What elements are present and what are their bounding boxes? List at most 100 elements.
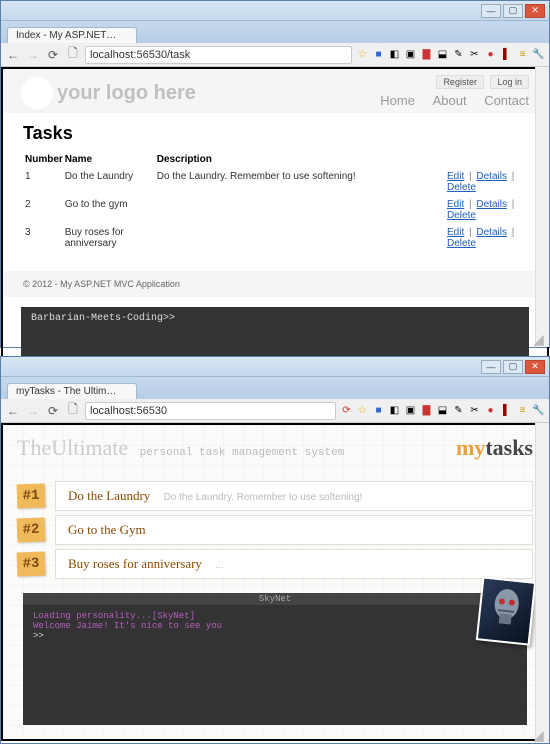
terminal[interactable]: SkyNet Loading personality...[SkyNet] We… xyxy=(23,593,527,725)
browser-window-2: — ▢ ✕ myTasks - The Ultimate Pe... ← → ⟳… xyxy=(0,356,550,744)
maximize-button[interactable]: ▢ xyxy=(503,4,523,18)
tab-bar: myTasks - The Ultimate Pe... xyxy=(1,377,549,399)
login-link[interactable]: Log in xyxy=(490,75,529,89)
ext-icon[interactable]: ▣ xyxy=(404,404,417,417)
titlebar[interactable]: — ▢ ✕ xyxy=(1,1,549,21)
nav-links: Home About Contact xyxy=(366,93,529,108)
details-link[interactable]: Details xyxy=(476,171,507,182)
register-link[interactable]: Register xyxy=(436,75,484,89)
scrollbar[interactable] xyxy=(535,423,549,743)
close-button[interactable]: ✕ xyxy=(525,360,545,374)
titlebar[interactable]: — ▢ ✕ xyxy=(1,357,549,377)
ext-icon[interactable]: ⬓ xyxy=(436,48,449,61)
task-title: Do the Laundry xyxy=(68,488,150,504)
url-input[interactable] xyxy=(85,46,352,64)
table-row: 3 Buy roses for anniversary Edit | Detai… xyxy=(25,225,525,251)
ext-icon[interactable]: ■ xyxy=(372,404,385,417)
details-link[interactable]: Details xyxy=(476,199,507,210)
task-badge: #2 xyxy=(17,518,46,543)
minimize-button[interactable]: — xyxy=(481,4,501,18)
nav-contact[interactable]: Contact xyxy=(484,93,529,108)
delete-link[interactable]: Delete xyxy=(447,238,476,249)
logo[interactable]: your logo here xyxy=(21,77,196,109)
edit-link[interactable]: Edit xyxy=(447,199,464,210)
ext-icon[interactable]: ✎ xyxy=(452,48,465,61)
details-link[interactable]: Details xyxy=(476,227,507,238)
reload-ext-icon[interactable]: ⟳ xyxy=(340,404,353,417)
resize-icon[interactable]: ◢ xyxy=(533,331,547,345)
terminal-title: SkyNet xyxy=(23,593,527,605)
terminal-prompt: >> xyxy=(33,631,517,641)
brand-right: mytasks xyxy=(456,435,533,461)
ext-icon[interactable]: ▇ xyxy=(420,48,433,61)
wrench-icon[interactable]: 🔧 xyxy=(532,404,545,417)
resize-icon[interactable]: ◢ xyxy=(533,727,547,741)
task-row[interactable]: #2 Go to the Gym xyxy=(17,515,533,545)
edit-link[interactable]: Edit xyxy=(447,171,464,182)
wrench-icon[interactable]: 🔧 xyxy=(532,48,545,61)
ext-icon[interactable]: ▌ xyxy=(500,404,513,417)
browser-window-1: — ▢ ✕ Index - My ASP.NET MVC ... ← → ⟳ 🗋… xyxy=(0,0,550,348)
ext-icon[interactable]: ■ xyxy=(372,48,385,61)
extension-icons: ⟳ ☆ ■ ◧ ▣ ▇ ⬓ ✎ ✂ ● ▌ ≡ 🔧 xyxy=(340,404,545,417)
reload-button[interactable]: ⟳ xyxy=(45,47,61,63)
avatar-image xyxy=(476,576,536,645)
task-desc: Do the Laundry. Remember to use softenin… xyxy=(164,492,363,503)
terminal-line: Loading personality...[SkyNet] xyxy=(33,611,517,621)
back-button[interactable]: ← xyxy=(5,47,21,63)
ext-icon[interactable]: ▌ xyxy=(500,48,513,61)
col-description: Description xyxy=(157,152,443,167)
ext-icon[interactable]: ✂ xyxy=(468,48,481,61)
col-name: Name xyxy=(65,152,155,167)
forward-button[interactable]: → xyxy=(25,403,41,419)
ext-icon[interactable]: ▇ xyxy=(420,404,433,417)
ext-icon[interactable]: ≡ xyxy=(516,404,529,417)
task-row[interactable]: #3 Buy roses for anniversary ... xyxy=(17,549,533,579)
brand-subtitle: personal task management system xyxy=(140,447,345,459)
task-badge: #1 xyxy=(17,484,46,509)
browser-tab[interactable]: myTasks - The Ultimate Pe... xyxy=(7,383,137,399)
delete-link[interactable]: Delete xyxy=(447,210,476,221)
star-icon[interactable]: ☆ xyxy=(356,48,369,61)
ext-icon[interactable]: ✂ xyxy=(468,404,481,417)
ext-icon[interactable]: ◧ xyxy=(388,48,401,61)
delete-link[interactable]: Delete xyxy=(447,182,476,193)
back-button[interactable]: ← xyxy=(5,403,21,419)
app-header: TheUltimate personal task management sys… xyxy=(3,425,547,477)
auth-links: Register Log in xyxy=(366,77,529,87)
ext-icon[interactable]: ▣ xyxy=(404,48,417,61)
ext-icon[interactable]: ● xyxy=(484,48,497,61)
ext-icon[interactable]: ⬓ xyxy=(436,404,449,417)
nav-about[interactable]: About xyxy=(433,93,467,108)
address-bar: ← → ⟳ 🗋 ☆ ■ ◧ ▣ ▇ ⬓ ✎ ✂ ● ▌ ≡ 🔧 xyxy=(1,43,549,67)
terminal-body: Loading personality...[SkyNet] Welcome J… xyxy=(23,605,527,715)
viewport: TheUltimate personal task management sys… xyxy=(1,423,549,743)
ext-icon[interactable]: ✎ xyxy=(452,404,465,417)
close-button[interactable]: ✕ xyxy=(525,4,545,18)
star-icon[interactable]: ☆ xyxy=(356,404,369,417)
task-title: Buy roses for anniversary xyxy=(68,556,202,572)
reload-button[interactable]: ⟳ xyxy=(45,403,61,419)
terminal-prompt: Barbarian-Meets-Coding>> xyxy=(31,313,175,324)
maximize-button[interactable]: ▢ xyxy=(503,360,523,374)
ext-icon[interactable]: ≡ xyxy=(516,48,529,61)
minimize-button[interactable]: — xyxy=(481,360,501,374)
ext-icon[interactable]: ● xyxy=(484,404,497,417)
task-row[interactable]: #1 Do the Laundry Do the Laundry. Rememb… xyxy=(17,481,533,511)
logo-text: your logo here xyxy=(57,82,196,105)
footer: © 2012 - My ASP.NET MVC Application xyxy=(3,271,547,297)
scrollbar[interactable] xyxy=(535,67,549,347)
task-card: Buy roses for anniversary ... xyxy=(55,549,533,579)
page-icon: 🗋 xyxy=(65,47,81,63)
extension-icons: ☆ ■ ◧ ▣ ▇ ⬓ ✎ ✂ ● ▌ ≡ 🔧 xyxy=(356,48,545,61)
ext-icon[interactable]: ◧ xyxy=(388,404,401,417)
url-input[interactable] xyxy=(85,402,336,420)
terminal-line: Welcome Jaime! It's nice to see you xyxy=(33,621,517,631)
edit-link[interactable]: Edit xyxy=(447,227,464,238)
nav-home[interactable]: Home xyxy=(380,93,415,108)
page-icon: 🗋 xyxy=(65,403,81,419)
address-bar: ← → ⟳ 🗋 ⟳ ☆ ■ ◧ ▣ ▇ ⬓ ✎ ✂ ● ▌ ≡ 🔧 xyxy=(1,399,549,423)
browser-tab[interactable]: Index - My ASP.NET MVC ... xyxy=(7,27,137,43)
forward-button[interactable]: → xyxy=(25,47,41,63)
col-number: Number xyxy=(25,152,63,167)
